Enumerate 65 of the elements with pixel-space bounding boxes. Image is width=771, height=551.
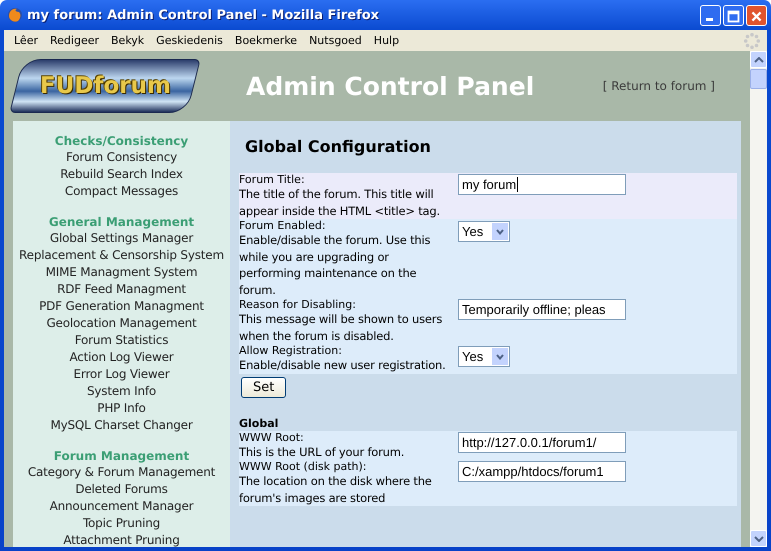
sidebar-heading: Checks/Consistency <box>54 133 188 149</box>
setting-description: Enable/disable new user registration. <box>239 357 447 374</box>
sidebar-link[interactable]: MySQL Charset Changer <box>50 417 193 434</box>
logo-text: FUDforum <box>40 73 170 99</box>
browser-logo-icon <box>7 7 23 23</box>
sidebar-link[interactable]: Global Settings Manager <box>50 230 194 247</box>
menu-item[interactable]: Redigeer <box>44 34 105 47</box>
setting-description: This message will be shown to users when the forum is disabled. <box>239 311 444 344</box>
sidebar-link[interactable]: Forum Consistency <box>66 149 178 166</box>
setting-description: The location on the disk where the forum's images are stored <box>239 473 433 506</box>
sidebar-link[interactable]: Deleted Forums <box>75 481 168 498</box>
text-field[interactable]: my forum <box>458 174 626 195</box>
sidebar-link[interactable]: Compact Messages <box>64 183 178 200</box>
sidebar-link[interactable]: System Info <box>86 383 156 400</box>
sidebar-link[interactable]: MIME Managment System <box>46 264 198 281</box>
setting-description: The title of the forum. This title will appear inside the HTML <title> tag. <box>239 186 441 219</box>
return-link[interactable]: [ Return to forum ] <box>602 79 715 93</box>
sidebar-heading: General Management <box>48 214 194 230</box>
scroll-thumb[interactable] <box>750 69 767 89</box>
dropdown[interactable]: Yes <box>458 221 510 242</box>
sidebar-link[interactable]: Category & Forum Management <box>28 464 216 481</box>
sidebar-link[interactable]: PHP Info <box>97 400 146 417</box>
sidebar-link[interactable]: Error Log Viewer <box>74 366 170 383</box>
sidebar-link[interactable]: Replacement & Censorship System <box>19 247 224 264</box>
throbber-icon <box>743 32 761 50</box>
text-field[interactable]: Temporarily offline; pleas <box>458 299 626 320</box>
dropdown[interactable]: Yes <box>458 346 510 367</box>
section-heading: Global Configuration <box>244 136 432 158</box>
menu-item[interactable]: Lêer <box>8 34 44 47</box>
setting-label: Forum Title: <box>239 173 306 186</box>
sidebar-link[interactable]: Action Log Viewer <box>69 349 174 366</box>
window-title: my forum: Admin Control Panel - Mozilla Firefox <box>27 8 380 22</box>
close-button[interactable] <box>746 4 767 26</box>
scroll-up-button[interactable] <box>750 51 767 68</box>
set-button[interactable]: Set <box>241 376 286 398</box>
menu-item[interactable]: Bekyk <box>105 34 150 47</box>
scrollbar[interactable] <box>750 51 767 547</box>
minimize-button[interactable] <box>700 4 721 26</box>
text-field[interactable]: C:/xampp/htdocs/forum1 <box>458 461 626 482</box>
sidebar-link[interactable]: Geolocation Management <box>46 315 197 332</box>
setting-label: Reason for Disabling: <box>239 298 357 311</box>
sidebar-link[interactable]: Announcement Manager <box>50 498 194 515</box>
maximize-button[interactable] <box>723 4 744 26</box>
sidebar-heading: Forum Management <box>54 448 190 464</box>
setting-label: WWW Root (disk path): <box>239 460 368 473</box>
page-title: Admin Control Panel <box>246 72 536 100</box>
sidebar-link[interactable]: Rebuild Search Index <box>60 166 183 183</box>
menu-item[interactable]: Geskiedenis <box>150 34 229 47</box>
menu-item[interactable]: Hulp <box>368 34 406 47</box>
sidebar-link[interactable]: PDF Generation Managment <box>39 298 204 315</box>
minimize-icon <box>706 18 713 20</box>
setting-label: WWW Root: <box>239 430 305 444</box>
setting-description: Enable/disable the forum. Use this while you are upgrading or performing maintenance on the forum. <box>239 232 432 298</box>
setting-description: This is the URL of your forum. <box>239 444 406 460</box>
menu-item[interactable]: Nutsgoed <box>303 34 368 47</box>
sidebar-link[interactable]: Forum Statistics <box>74 332 168 349</box>
sidebar-link[interactable]: Topic Pruning <box>82 515 160 532</box>
setting-label: Allow Registration: <box>239 344 343 357</box>
setting-label: Forum Enabled: <box>239 219 327 232</box>
sidebar-link[interactable]: Attachment Pruning <box>63 532 180 547</box>
scroll-down-button[interactable] <box>750 530 767 547</box>
group-heading: Global <box>239 416 280 430</box>
sidebar-link[interactable]: RDF Feed Managment <box>57 281 186 298</box>
menu-item[interactable]: Boekmerke <box>228 34 304 47</box>
text-field[interactable]: http://127.0.0.1/forum1/ <box>458 432 626 452</box>
